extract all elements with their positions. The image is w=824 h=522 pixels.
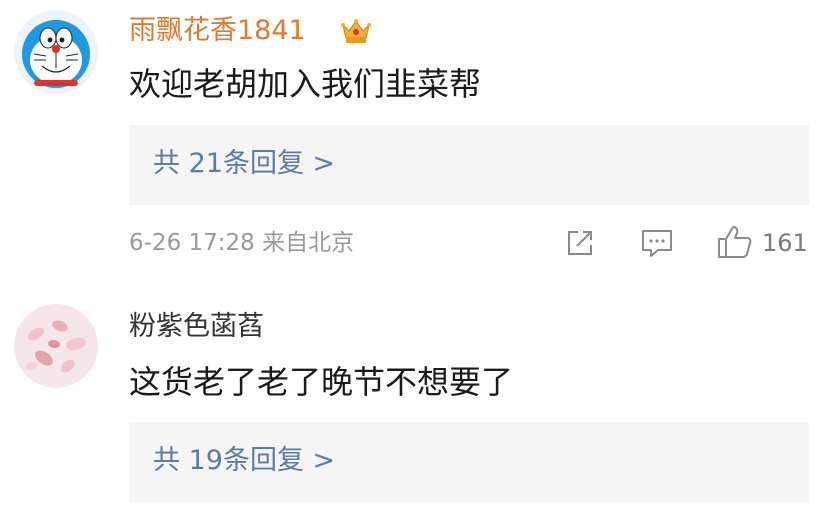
comment-text: 这货老了老了晚节不想要了 (129, 363, 514, 401)
thumbs-up-icon (718, 226, 752, 258)
comment-2: 粉紫色菡萏 这货老了老了晚节不想要了 共 19条回复 > (0, 290, 824, 522)
username[interactable]: 雨飘花香1841 (129, 14, 306, 48)
view-replies-link[interactable]: 共 19条回复 > (153, 444, 335, 478)
username[interactable]: 粉紫色菡萏 (129, 310, 264, 344)
reply-box[interactable]: 共 19条回复 > (129, 422, 809, 502)
share-button[interactable] (564, 227, 596, 259)
comment-text: 欢迎老胡加入我们韭菜帮 (129, 65, 482, 103)
view-replies-link[interactable]: 共 21条回复 > (153, 147, 335, 181)
comment-meta: 6-26 17:28 来自北京 (129, 230, 355, 256)
like-count: 161 (762, 229, 808, 257)
crown-vip-badge-icon (340, 16, 372, 46)
like-button[interactable] (716, 224, 754, 260)
reply-box[interactable]: 共 21条回复 > (129, 125, 809, 205)
comment-button[interactable] (640, 227, 674, 259)
user-avatar[interactable] (14, 10, 98, 94)
comment-icon (642, 230, 672, 257)
doraemon-avatar-icon (14, 10, 98, 94)
user-avatar[interactable] (14, 304, 98, 388)
share-icon (568, 231, 592, 255)
comment-1: 雨飘花香1841 欢迎老胡加入我们韭菜帮 共 21条回复 > 6-26 17:2… (0, 0, 824, 290)
petals-avatar-icon (14, 304, 98, 388)
